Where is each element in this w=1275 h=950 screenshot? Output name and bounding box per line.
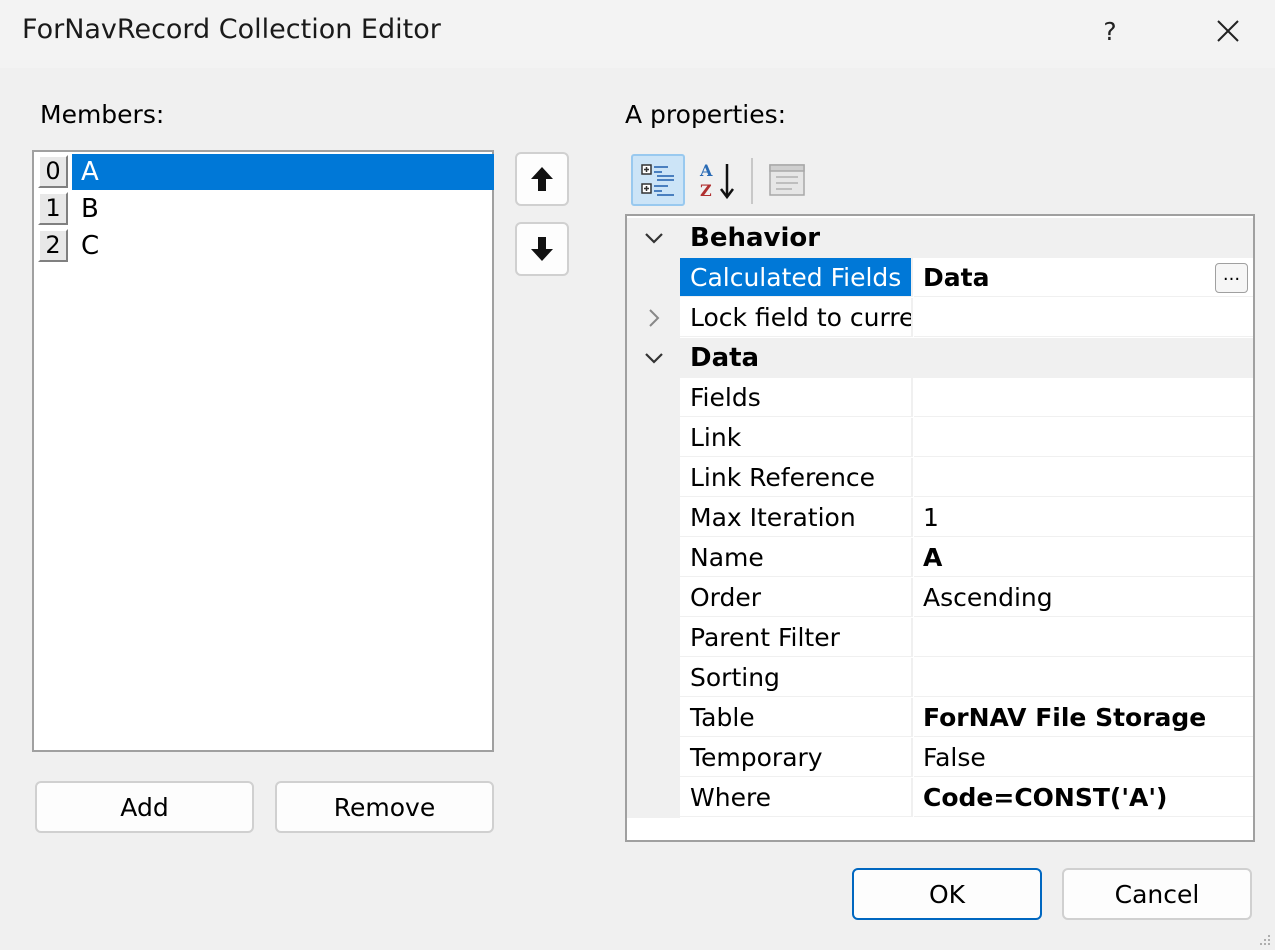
category-row-data[interactable]: Data [627, 338, 1253, 378]
property-name[interactable]: Table [680, 698, 913, 737]
member-index: 2 [38, 229, 68, 262]
title-bar: ForNavRecord Collection Editor ? [0, 0, 1275, 68]
property-row-where[interactable]: Where Code=CONST('A') [627, 778, 1253, 818]
svg-text:A: A [699, 161, 713, 180]
property-value[interactable] [914, 298, 1253, 337]
property-row-temporary[interactable]: Temporary False [627, 738, 1253, 778]
property-name[interactable]: Fields [680, 378, 913, 417]
move-down-button[interactable] [515, 222, 569, 276]
property-value[interactable]: Data [914, 258, 1253, 297]
row-gutter [627, 538, 680, 578]
arrow-up-icon [531, 167, 553, 191]
member-index: 0 [38, 155, 68, 188]
property-row-lock-field[interactable]: Lock field to currer [627, 298, 1253, 338]
property-name[interactable]: Name [680, 538, 913, 577]
window-title: ForNavRecord Collection Editor [22, 14, 441, 45]
property-name[interactable]: Link Reference [680, 458, 913, 497]
property-grid[interactable]: Behavior Calculated Fields Data ... Lock… [625, 214, 1255, 842]
property-value[interactable]: 1 [914, 498, 1253, 537]
svg-text:Z: Z [700, 181, 712, 200]
property-value[interactable] [914, 378, 1253, 417]
property-value[interactable] [914, 618, 1253, 657]
categorized-icon [641, 164, 674, 196]
row-gutter [627, 698, 680, 738]
cancel-button[interactable]: Cancel [1062, 868, 1252, 920]
row-gutter [627, 418, 680, 458]
members-label: Members: [40, 100, 165, 129]
property-value[interactable]: Ascending [914, 578, 1253, 617]
member-name: B [81, 194, 99, 224]
property-name[interactable]: Temporary [680, 738, 913, 777]
property-value[interactable] [914, 658, 1253, 697]
property-name[interactable]: Calculated Fields [680, 258, 913, 297]
toolbar-separator [751, 158, 753, 204]
move-up-button[interactable] [515, 152, 569, 206]
property-value[interactable]: Code=CONST('A') [914, 778, 1253, 817]
property-value[interactable]: A [914, 538, 1253, 577]
property-value[interactable] [914, 458, 1253, 497]
member-name: A [72, 154, 494, 190]
property-pages-icon [769, 164, 805, 196]
ok-button[interactable]: OK [852, 868, 1042, 920]
member-name: C [81, 231, 100, 261]
member-item[interactable]: 0 A [38, 154, 494, 190]
category-name: Data [690, 343, 760, 373]
category-name: Behavior [690, 223, 821, 253]
property-row-max-iteration[interactable]: Max Iteration 1 [627, 498, 1253, 538]
property-value[interactable]: False [914, 738, 1253, 777]
property-row-table[interactable]: Table ForNAV File Storage [627, 698, 1253, 738]
property-value[interactable]: ForNAV File Storage [914, 698, 1253, 737]
member-item[interactable]: 2 C [38, 228, 493, 264]
member-index: 1 [38, 192, 68, 225]
property-row-link-reference[interactable]: Link Reference [627, 458, 1253, 498]
row-gutter [627, 498, 680, 538]
property-name[interactable]: Lock field to currer [680, 298, 913, 337]
close-icon [1216, 20, 1239, 42]
property-row-calculated-fields[interactable]: Calculated Fields Data ... [627, 258, 1253, 298]
property-name[interactable]: Parent Filter [680, 618, 913, 657]
row-gutter [627, 378, 680, 418]
row-gutter [627, 458, 680, 498]
close-button[interactable] [1200, 8, 1255, 54]
chevron-down-icon[interactable] [642, 346, 666, 370]
property-name[interactable]: Link [680, 418, 913, 457]
row-gutter [627, 578, 680, 618]
row-gutter [627, 658, 680, 698]
row-gutter [627, 258, 680, 298]
property-row-sorting[interactable]: Sorting [627, 658, 1253, 698]
add-button[interactable]: Add [35, 781, 254, 833]
properties-label: A properties: [625, 100, 787, 129]
ellipsis-button[interactable]: ... [1215, 263, 1248, 293]
property-row-order[interactable]: Order Ascending [627, 578, 1253, 618]
remove-button[interactable]: Remove [275, 781, 494, 833]
row-gutter [627, 778, 680, 818]
arrow-down-icon [531, 237, 553, 261]
chevron-right-icon[interactable] [642, 306, 666, 330]
sort-alphabetical-icon: A Z [699, 161, 734, 200]
categorized-button[interactable] [631, 154, 685, 206]
category-row-behavior[interactable]: Behavior [627, 218, 1253, 258]
resize-grip-icon[interactable] [1259, 934, 1271, 946]
alphabetical-button[interactable]: A Z [690, 154, 744, 206]
property-name[interactable]: Sorting [680, 658, 913, 697]
members-list[interactable]: 0 A 1 B 2 C [32, 150, 494, 752]
property-name[interactable]: Order [680, 578, 913, 617]
property-row-parent-filter[interactable]: Parent Filter [627, 618, 1253, 658]
property-name[interactable]: Where [680, 778, 913, 817]
member-item[interactable]: 1 B [38, 191, 493, 227]
property-pages-button[interactable] [760, 154, 814, 206]
help-button[interactable]: ? [1085, 8, 1135, 54]
property-name[interactable]: Max Iteration [680, 498, 913, 537]
property-row-link[interactable]: Link [627, 418, 1253, 458]
row-gutter [627, 618, 680, 658]
property-row-fields[interactable]: Fields [627, 378, 1253, 418]
row-gutter [627, 738, 680, 778]
property-value[interactable] [914, 418, 1253, 457]
chevron-down-icon[interactable] [642, 226, 666, 250]
property-row-name[interactable]: Name A [627, 538, 1253, 578]
